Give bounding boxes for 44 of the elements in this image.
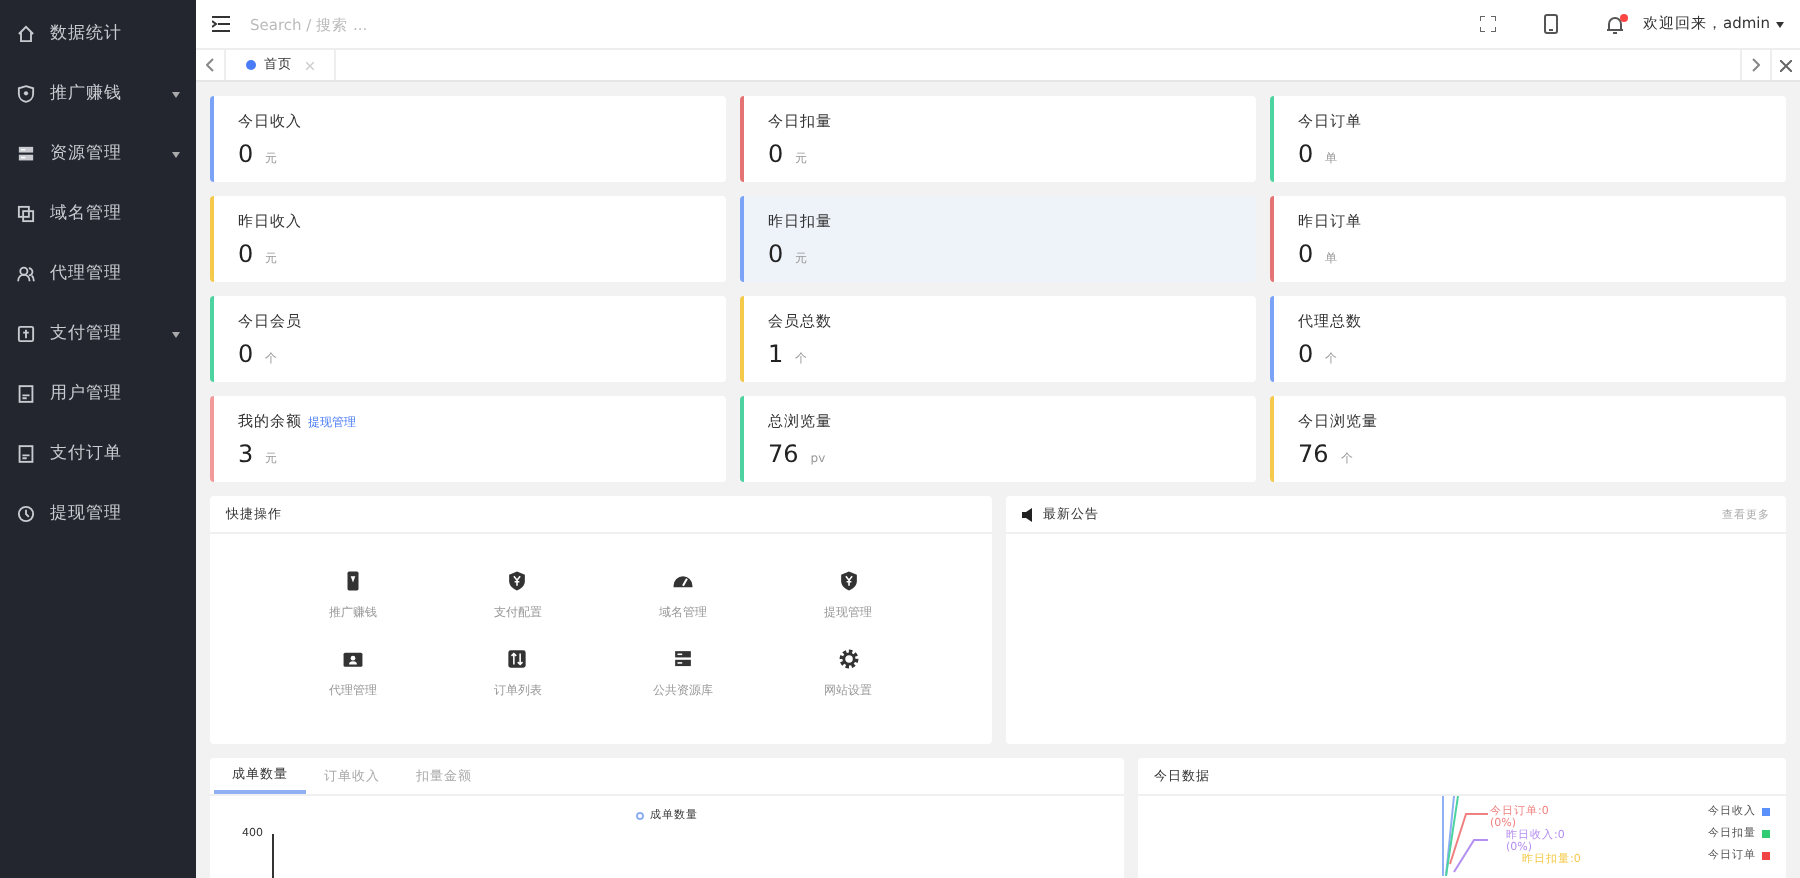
document-icon xyxy=(16,444,36,464)
yen-shield-icon xyxy=(506,570,529,592)
yen-shield-icon xyxy=(837,570,860,592)
y-axis-line xyxy=(271,834,273,878)
stat-value: 1 xyxy=(768,340,784,368)
stat-value: 0 xyxy=(1298,340,1314,368)
shield-icon xyxy=(16,84,36,104)
stat-value: 0 xyxy=(1298,140,1314,168)
stat-value: 0 xyxy=(238,340,254,368)
server-icon xyxy=(16,144,36,164)
sidebar-item[interactable]: 推广赚钱 xyxy=(0,64,196,124)
people-icon xyxy=(16,264,36,284)
settings-icon xyxy=(837,648,860,670)
speaker-icon xyxy=(1021,507,1035,521)
sidebar-item[interactable]: 域名管理 xyxy=(0,184,196,244)
copy-icon xyxy=(16,204,36,224)
sidebar-item[interactable]: 支付管理 xyxy=(0,304,196,364)
sort-icon xyxy=(506,648,529,670)
sidebar-item[interactable]: 代理管理 xyxy=(0,244,196,304)
stat-value: 76 xyxy=(1298,440,1329,468)
server-icon xyxy=(672,648,695,670)
id-card-icon xyxy=(341,648,364,670)
home-icon xyxy=(16,24,36,44)
sidebar-item[interactable]: 支付订单 xyxy=(0,424,196,484)
menu-icon[interactable] xyxy=(212,16,230,32)
stat-value: 0 xyxy=(768,240,784,268)
stat-value: 0 xyxy=(238,240,254,268)
stat-value: 0 xyxy=(1298,240,1314,268)
legend-marker-icon xyxy=(636,811,644,819)
mobile-icon[interactable] xyxy=(1543,14,1557,34)
stat-value: 0 xyxy=(238,140,254,168)
document-icon xyxy=(16,384,36,404)
stat-value: 0 xyxy=(768,140,784,168)
sidebar-item[interactable]: 资源管理 xyxy=(0,124,196,184)
stat-value: 76 xyxy=(768,440,799,468)
fullscreen-icon[interactable] xyxy=(1479,16,1495,32)
sidebar-item[interactable]: 用户管理 xyxy=(0,364,196,424)
clock-icon xyxy=(16,504,36,524)
gauge-icon xyxy=(672,570,695,592)
sidebar-item[interactable]: 提现管理 xyxy=(0,484,196,544)
notification-bell-icon[interactable] xyxy=(1605,15,1623,33)
pie-leader-lines-drawing xyxy=(1442,796,1488,876)
sidebar-item[interactable]: 数据统计 xyxy=(0,4,196,64)
stat-value: 3 xyxy=(238,440,254,468)
